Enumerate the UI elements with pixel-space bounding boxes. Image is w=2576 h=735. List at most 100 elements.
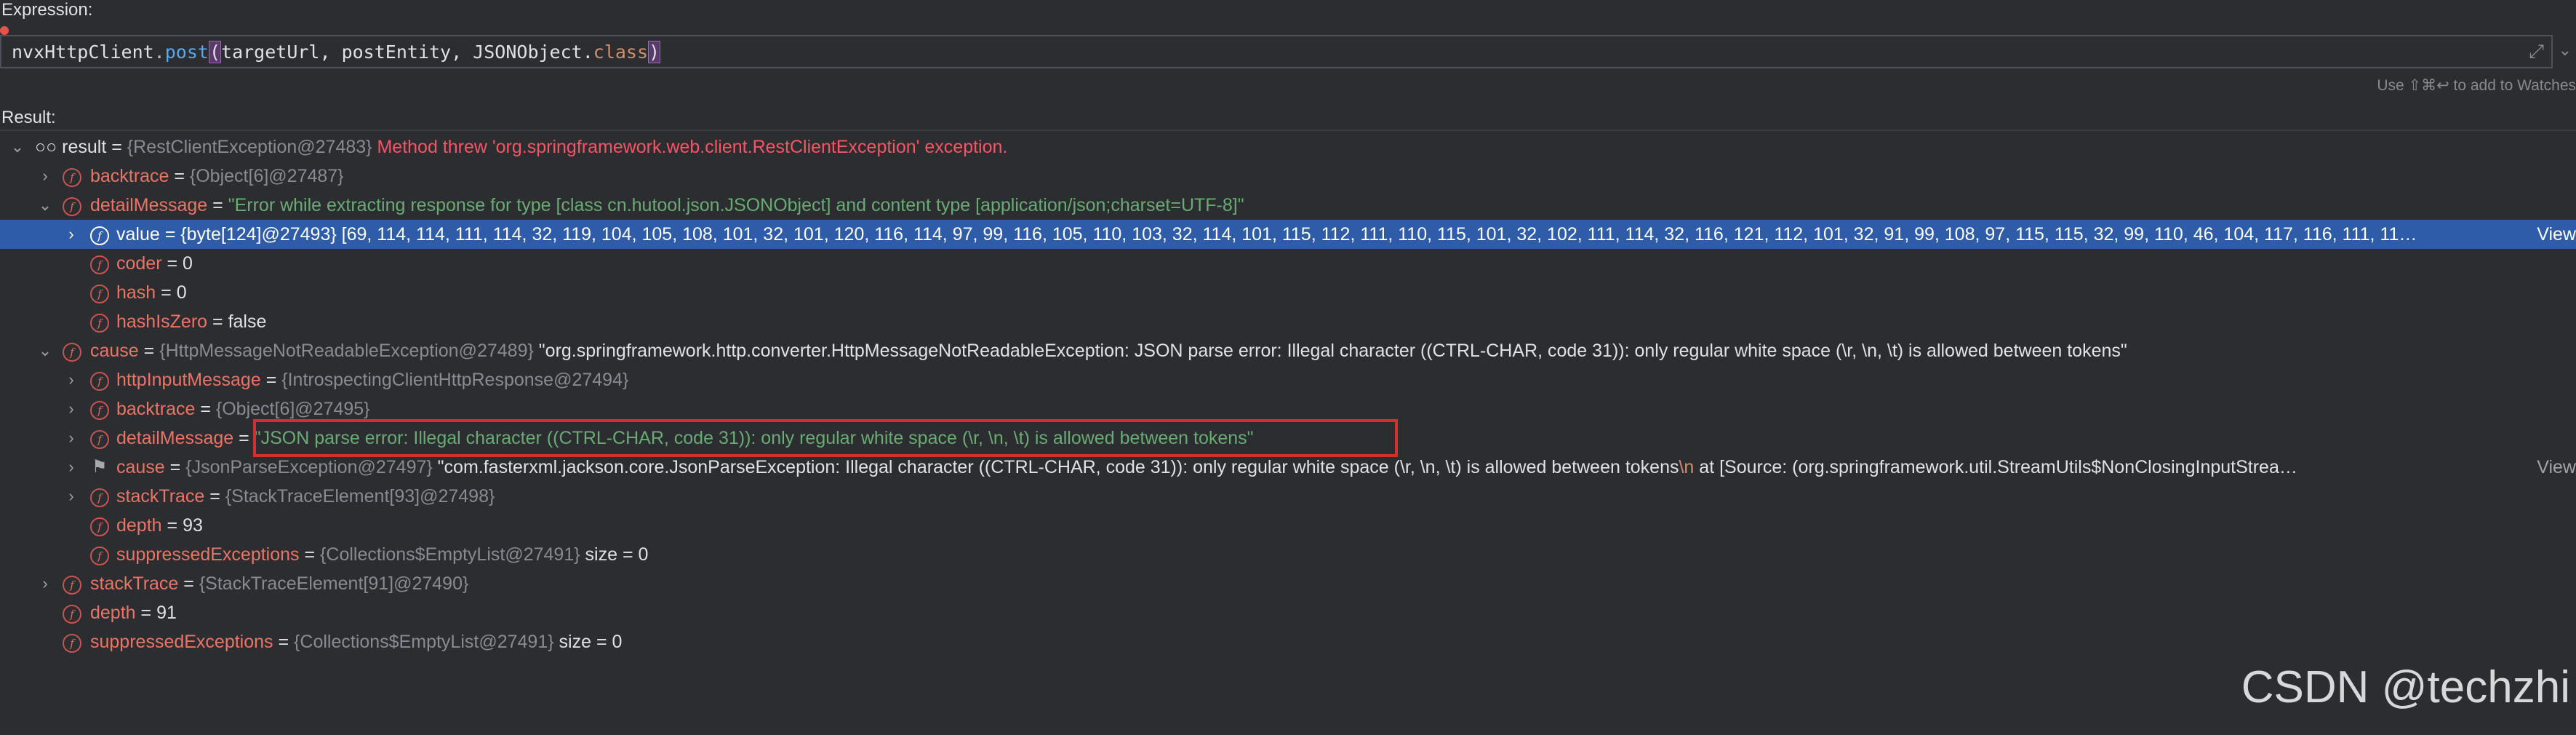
var-value: 0 bbox=[183, 253, 193, 274]
breakpoint-dot bbox=[0, 26, 9, 35]
chevron-down-icon[interactable]: ⌄ bbox=[36, 191, 54, 220]
field-icon: f bbox=[90, 226, 109, 245]
var-name: cause bbox=[116, 457, 165, 477]
tree-row-hash-is-zero[interactable]: f hashIsZero = false bbox=[0, 307, 2576, 336]
code-receiver: nvxHttpClient bbox=[12, 41, 154, 63]
code-open-paren: ( bbox=[208, 41, 222, 63]
equals-sign: = bbox=[178, 573, 199, 594]
tree-row-hash[interactable]: f hash = 0 bbox=[0, 278, 2576, 307]
field-icon: f bbox=[63, 197, 81, 216]
var-name: suppressedExceptions bbox=[116, 544, 300, 565]
var-size: size = 0 bbox=[553, 632, 623, 652]
tree-row-suppressed-exceptions[interactable]: f suppressedExceptions = {Collections$Em… bbox=[0, 627, 2576, 656]
field-icon: f bbox=[63, 343, 81, 362]
expression-label: Expression: bbox=[1, 0, 93, 20]
var-ref: {byte[124]@27493} bbox=[180, 224, 337, 245]
field-icon: f bbox=[90, 547, 109, 565]
chevron-down-icon[interactable]: ⌄ bbox=[36, 336, 54, 365]
field-icon: f bbox=[63, 605, 81, 624]
chevron-right-icon[interactable]: › bbox=[63, 365, 80, 394]
field-icon: f bbox=[90, 488, 109, 507]
chevron-right-icon[interactable]: › bbox=[63, 394, 80, 424]
equals-sign: = bbox=[299, 544, 321, 565]
string-value-tail: at [Source: (org.springframework.util.St… bbox=[1694, 457, 2297, 477]
equals-sign: = bbox=[207, 311, 228, 332]
watch-glasses-icon: ○○ bbox=[35, 137, 57, 157]
tree-row-cause[interactable]: ⌄ f cause = {HttpMessageNotReadableExcep… bbox=[0, 336, 2576, 365]
variables-tree[interactable]: ⌄ ○○ result = {RestClientException@27483… bbox=[0, 132, 2576, 656]
var-ref: {JsonParseException@27497} bbox=[185, 457, 433, 477]
field-icon: f bbox=[90, 314, 109, 333]
var-name: hash bbox=[116, 282, 156, 303]
equals-sign: = bbox=[159, 224, 181, 245]
var-name: httpInputMessage bbox=[116, 370, 261, 390]
equals-sign: = bbox=[161, 515, 183, 536]
var-value: 93 bbox=[183, 515, 203, 536]
var-name: depth bbox=[116, 515, 162, 536]
var-value: 0 bbox=[176, 282, 187, 303]
var-name: cause bbox=[90, 341, 139, 361]
var-name: stackTrace bbox=[116, 486, 205, 506]
field-icon: f bbox=[90, 372, 109, 391]
flag-icon: ⚑ bbox=[92, 457, 108, 477]
result-divider bbox=[0, 130, 2576, 131]
view-link[interactable]: View bbox=[2532, 220, 2576, 249]
code-dot: . bbox=[153, 41, 165, 63]
var-ref: {Collections$EmptyList@27491} bbox=[294, 632, 554, 652]
add-to-watches-hint: Use ⇧⌘↩ to add to Watches bbox=[2377, 77, 2576, 94]
chevron-right-icon[interactable]: › bbox=[63, 453, 80, 482]
equals-sign: = bbox=[195, 399, 216, 419]
tree-row-suppressed-exceptions-nested[interactable]: f suppressedExceptions = {Collections$Em… bbox=[0, 540, 2576, 569]
byte-array-value: [69, 114, 114, 111, 114, 32, 119, 104, 1… bbox=[336, 224, 2417, 245]
var-ref: {StackTraceElement[91]@27490} bbox=[199, 573, 469, 594]
var-name: backtrace bbox=[90, 166, 169, 186]
expression-input[interactable]: nvxHttpClient.post(targetUrl, postEntity… bbox=[0, 35, 2553, 68]
tree-row-coder[interactable]: f coder = 0 bbox=[0, 249, 2576, 278]
var-value: false bbox=[228, 311, 267, 332]
tree-row-http-input-message[interactable]: › f httpInputMessage = {IntrospectingCli… bbox=[0, 365, 2576, 394]
escape-sequence: \n bbox=[1679, 457, 1695, 477]
chevron-right-icon[interactable]: › bbox=[36, 162, 54, 191]
var-name: depth bbox=[90, 603, 136, 623]
tree-row-detail-message[interactable]: ⌄ f detailMessage = "Error while extract… bbox=[0, 191, 2576, 220]
equals-sign: = bbox=[106, 137, 127, 157]
var-ref: {IntrospectingClientHttpResponse@27494} bbox=[281, 370, 629, 390]
chevron-down-icon[interactable]: ⌄ bbox=[9, 132, 26, 162]
var-ref: {Object[6]@27495} bbox=[215, 399, 370, 419]
chevron-right-icon[interactable]: › bbox=[63, 424, 80, 453]
tree-row-result[interactable]: ⌄ ○○ result = {RestClientException@27483… bbox=[0, 132, 2576, 162]
chevron-right-icon[interactable]: › bbox=[36, 569, 54, 598]
tree-row-stack-trace[interactable]: › f stackTrace = {StackTraceElement[91]@… bbox=[0, 569, 2576, 598]
var-name: hashIsZero bbox=[116, 311, 208, 332]
var-ref: {StackTraceElement[93]@27498} bbox=[225, 486, 495, 506]
equals-sign: = bbox=[135, 603, 157, 623]
tree-row-depth[interactable]: f depth = 91 bbox=[0, 598, 2576, 627]
var-ref: {HttpMessageNotReadableException@27489} bbox=[159, 341, 534, 361]
var-name: value bbox=[116, 224, 160, 245]
equals-sign: = bbox=[233, 428, 255, 448]
expand-icon[interactable]: ⤢ bbox=[2529, 40, 2544, 63]
chevron-down-icon[interactable]: ⌄ bbox=[2559, 41, 2572, 60]
view-link[interactable]: View bbox=[2532, 453, 2576, 482]
string-value: "org.springframework.http.converter.Http… bbox=[533, 341, 2127, 361]
tree-row-depth-nested[interactable]: f depth = 93 bbox=[0, 511, 2576, 540]
equals-sign: = bbox=[207, 195, 228, 215]
field-icon: f bbox=[90, 401, 109, 420]
chevron-right-icon[interactable]: › bbox=[63, 220, 80, 249]
field-icon: f bbox=[90, 285, 109, 303]
var-name: coder bbox=[116, 253, 162, 274]
tree-row-stack-trace-nested[interactable]: › f stackTrace = {StackTraceElement[93]@… bbox=[0, 482, 2576, 511]
chevron-right-icon[interactable]: › bbox=[63, 482, 80, 511]
equals-sign: = bbox=[204, 486, 225, 506]
field-icon: f bbox=[63, 576, 81, 595]
code-args: targetUrl, postEntity, JSONObject. bbox=[221, 41, 593, 63]
tree-row-cause-nested[interactable]: › ⚑ cause = {JsonParseException@27497} "… bbox=[0, 453, 2576, 482]
var-name: stackTrace bbox=[90, 573, 179, 594]
field-icon: f bbox=[90, 255, 109, 274]
tree-row-backtrace[interactable]: › f backtrace = {Object[6]@27487} bbox=[0, 162, 2576, 191]
equals-sign: = bbox=[138, 341, 160, 361]
tree-row-value-selected[interactable]: › f value = {byte[124]@27493} [69, 114, … bbox=[0, 220, 2576, 249]
expression-code[interactable]: nvxHttpClient.post(targetUrl, postEntity… bbox=[12, 41, 661, 63]
equals-sign: = bbox=[169, 166, 190, 186]
var-name: detailMessage bbox=[116, 428, 234, 448]
